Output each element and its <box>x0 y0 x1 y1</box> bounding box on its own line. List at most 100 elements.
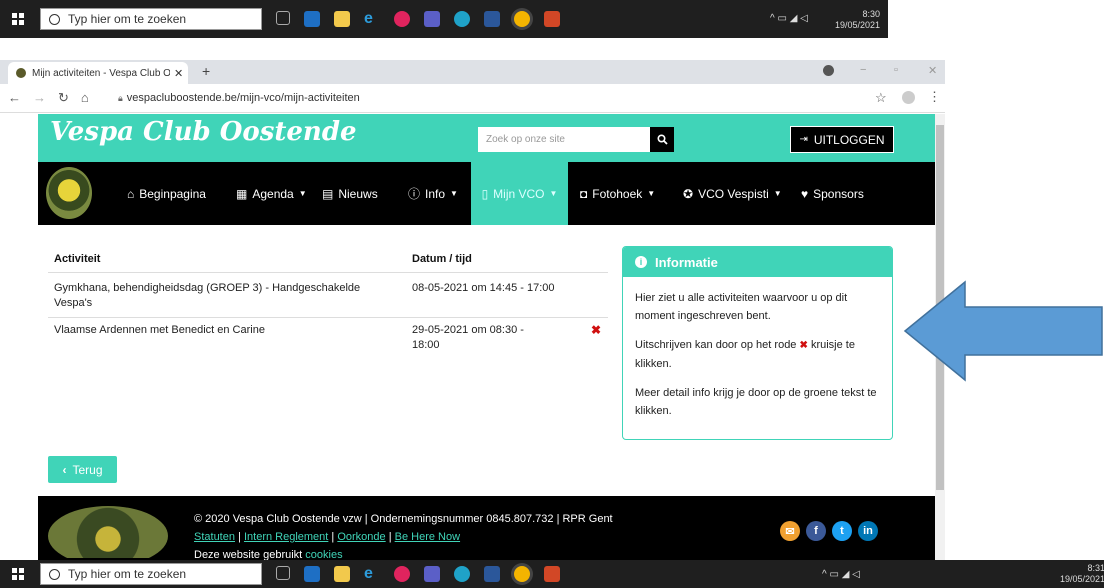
back-arrow-icon[interactable]: ← <box>8 90 21 106</box>
club-emblem[interactable] <box>46 167 92 219</box>
nav-item-nieuws[interactable]: ▤ Nieuws <box>322 162 378 225</box>
forward-arrow-icon[interactable]: → <box>33 90 46 106</box>
clock-top: 8:30 19/05/2021 <box>835 9 881 30</box>
unsubscribe-x-icon[interactable]: ✖ <box>591 323 601 337</box>
app-icon[interactable] <box>394 11 410 27</box>
camera-icon: ◘ <box>580 186 588 201</box>
social-icons: ✉ f t in <box>780 521 878 541</box>
activity-datetime: 08-05-2021 om 14:45 - 17:00 <box>412 282 555 294</box>
nav-item-beginpagina[interactable]: ⌂ Beginpagina <box>127 162 206 225</box>
background <box>888 0 1104 38</box>
teams-icon[interactable] <box>424 566 440 582</box>
task-view-icon[interactable] <box>276 11 290 25</box>
edge-icon[interactable] <box>454 566 470 582</box>
new-tab-icon[interactable]: + <box>202 63 210 79</box>
close-window-icon[interactable]: ✕ <box>928 64 937 77</box>
taskbar-apps: e <box>276 11 560 27</box>
info-text-1: Hier ziet u alle activiteiten waarvoor u… <box>635 292 848 322</box>
favicon-icon <box>16 68 26 78</box>
home-nav-icon[interactable]: ⌂ <box>81 90 89 106</box>
link-be-here-now[interactable]: Be Here Now <box>395 531 460 543</box>
nav-item-sponsors[interactable]: ♥ Sponsors <box>801 162 864 225</box>
divider <box>48 317 608 318</box>
red-x-icon: ✖ <box>799 340 808 351</box>
cookie-notice: Deze website gebruikt cookies <box>194 549 343 560</box>
info-text-3: Meer detail info krijg je door op de gro… <box>635 387 877 417</box>
chevron-left-icon: ‹ <box>62 462 67 477</box>
document-icon: ▯ <box>481 186 489 201</box>
link-oorkonde[interactable]: Oorkonde <box>337 531 385 543</box>
twitter-icon[interactable]: t <box>832 521 852 541</box>
newspaper-icon: ▤ <box>322 186 334 201</box>
word-icon[interactable] <box>484 11 500 27</box>
menu-dots-icon[interactable]: ⋮ <box>928 89 941 105</box>
footer-copyright: © 2020 Vespa Club Oostende vzw | Onderne… <box>194 513 613 525</box>
file-explorer-icon[interactable] <box>334 11 350 27</box>
nav-item-mijn-vco[interactable]: ▯ Mijn VCO ▼ <box>471 162 568 225</box>
facebook-icon[interactable]: f <box>806 521 826 541</box>
cookies-link[interactable]: cookies <box>305 549 342 560</box>
blue-arrow-annotation <box>903 280 1103 382</box>
footer-links: Statuten | Intern Reglement | Oorkonde |… <box>194 531 461 543</box>
link-intern-reglement[interactable]: Intern Reglement <box>244 531 328 543</box>
activity-name-link[interactable]: Vlaamse Ardennen met Benedict en Carine <box>54 323 394 338</box>
search-icon <box>49 568 60 580</box>
outlook-icon[interactable] <box>304 566 320 582</box>
info-icon: ⓘ <box>408 187 421 201</box>
divider <box>48 272 608 273</box>
taskbar-search-input[interactable]: Typ hier om te zoeken <box>40 563 262 585</box>
teams-icon[interactable] <box>424 11 440 27</box>
mail-icon[interactable]: ✉ <box>780 521 800 541</box>
nav-item-agenda[interactable]: ▦ Agenda ▼ <box>236 162 307 225</box>
footer-emblem <box>48 506 168 558</box>
chrome-icon[interactable] <box>514 566 530 582</box>
home-icon: ⌂ <box>127 186 135 201</box>
nav-buttons: ← → ↻ ⌂ <box>8 90 89 106</box>
reload-icon[interactable]: ↻ <box>58 90 69 106</box>
site-logo[interactable]: Vespa Club Oostende <box>50 117 357 147</box>
task-view-icon[interactable] <box>276 566 290 580</box>
col-header-datetime: Datum / tijd <box>412 253 472 265</box>
activity-datetime: 29-05-2021 om 08:30 - 18:00 <box>412 324 524 351</box>
link-statuten[interactable]: Statuten <box>194 531 235 543</box>
logout-button[interactable]: ⇥ UITLOGGEN <box>790 126 894 153</box>
chrome-icon[interactable] <box>514 11 530 27</box>
profile-icon[interactable] <box>823 65 834 76</box>
calendar-icon: ▦ <box>236 186 248 201</box>
nav-item-info[interactable]: ⓘ Info ▼ <box>408 162 458 225</box>
taskbar-apps: e <box>276 566 560 582</box>
account-icon[interactable] <box>902 91 915 104</box>
site-search-input[interactable]: Zoek op onze site <box>478 127 650 152</box>
linkedin-icon[interactable]: in <box>858 521 878 541</box>
edge-icon[interactable] <box>454 11 470 27</box>
close-tab-icon[interactable]: ✕ <box>174 67 183 80</box>
minimize-icon[interactable]: − <box>860 64 866 76</box>
outlook-icon[interactable] <box>304 11 320 27</box>
clock-bottom: 8:31 19/05/2021 <box>1060 563 1104 584</box>
ie-icon[interactable]: e <box>364 566 380 582</box>
search-icon <box>49 13 60 25</box>
powerpoint-icon[interactable] <box>544 566 560 582</box>
taskbar-search-input[interactable]: Typ hier om te zoeken <box>40 8 262 30</box>
windows-start-icon[interactable] <box>12 568 24 580</box>
back-button[interactable]: ‹ Terug <box>48 456 117 483</box>
nav-item-fotohoek[interactable]: ◘ Fotohoek ▼ <box>580 162 655 225</box>
bookmark-star-icon[interactable]: ☆ <box>875 90 887 106</box>
search-icon <box>656 134 668 145</box>
powerpoint-icon[interactable] <box>544 11 560 27</box>
nav-item-vco-vespisti[interactable]: ✪ VCO Vespisti ▼ <box>683 162 782 225</box>
site-search-button[interactable] <box>650 127 674 152</box>
heart-icon: ♥ <box>801 186 809 201</box>
address-input[interactable]: 🔒︎ vespacluboostende.be/mijn-vco/mijn-act… <box>118 92 360 104</box>
activity-name-link[interactable]: Gymkhana, behendigheidsdag (GROEP 3) - H… <box>54 281 394 311</box>
maximize-icon[interactable]: ▫ <box>894 64 898 76</box>
browser-tab[interactable]: Mijn activiteiten - Vespa Club Oo ✕ <box>8 62 188 84</box>
windows-start-icon[interactable] <box>12 13 24 25</box>
info-panel-header: i Informatie <box>623 247 892 277</box>
file-explorer-icon[interactable] <box>334 566 350 582</box>
ie-icon[interactable]: e <box>364 11 380 27</box>
word-icon[interactable] <box>484 566 500 582</box>
app-icon[interactable] <box>394 566 410 582</box>
lock-icon: 🔒︎ <box>118 93 123 103</box>
tray-icons: ^ ▭ ◢ ◁ <box>822 569 860 580</box>
